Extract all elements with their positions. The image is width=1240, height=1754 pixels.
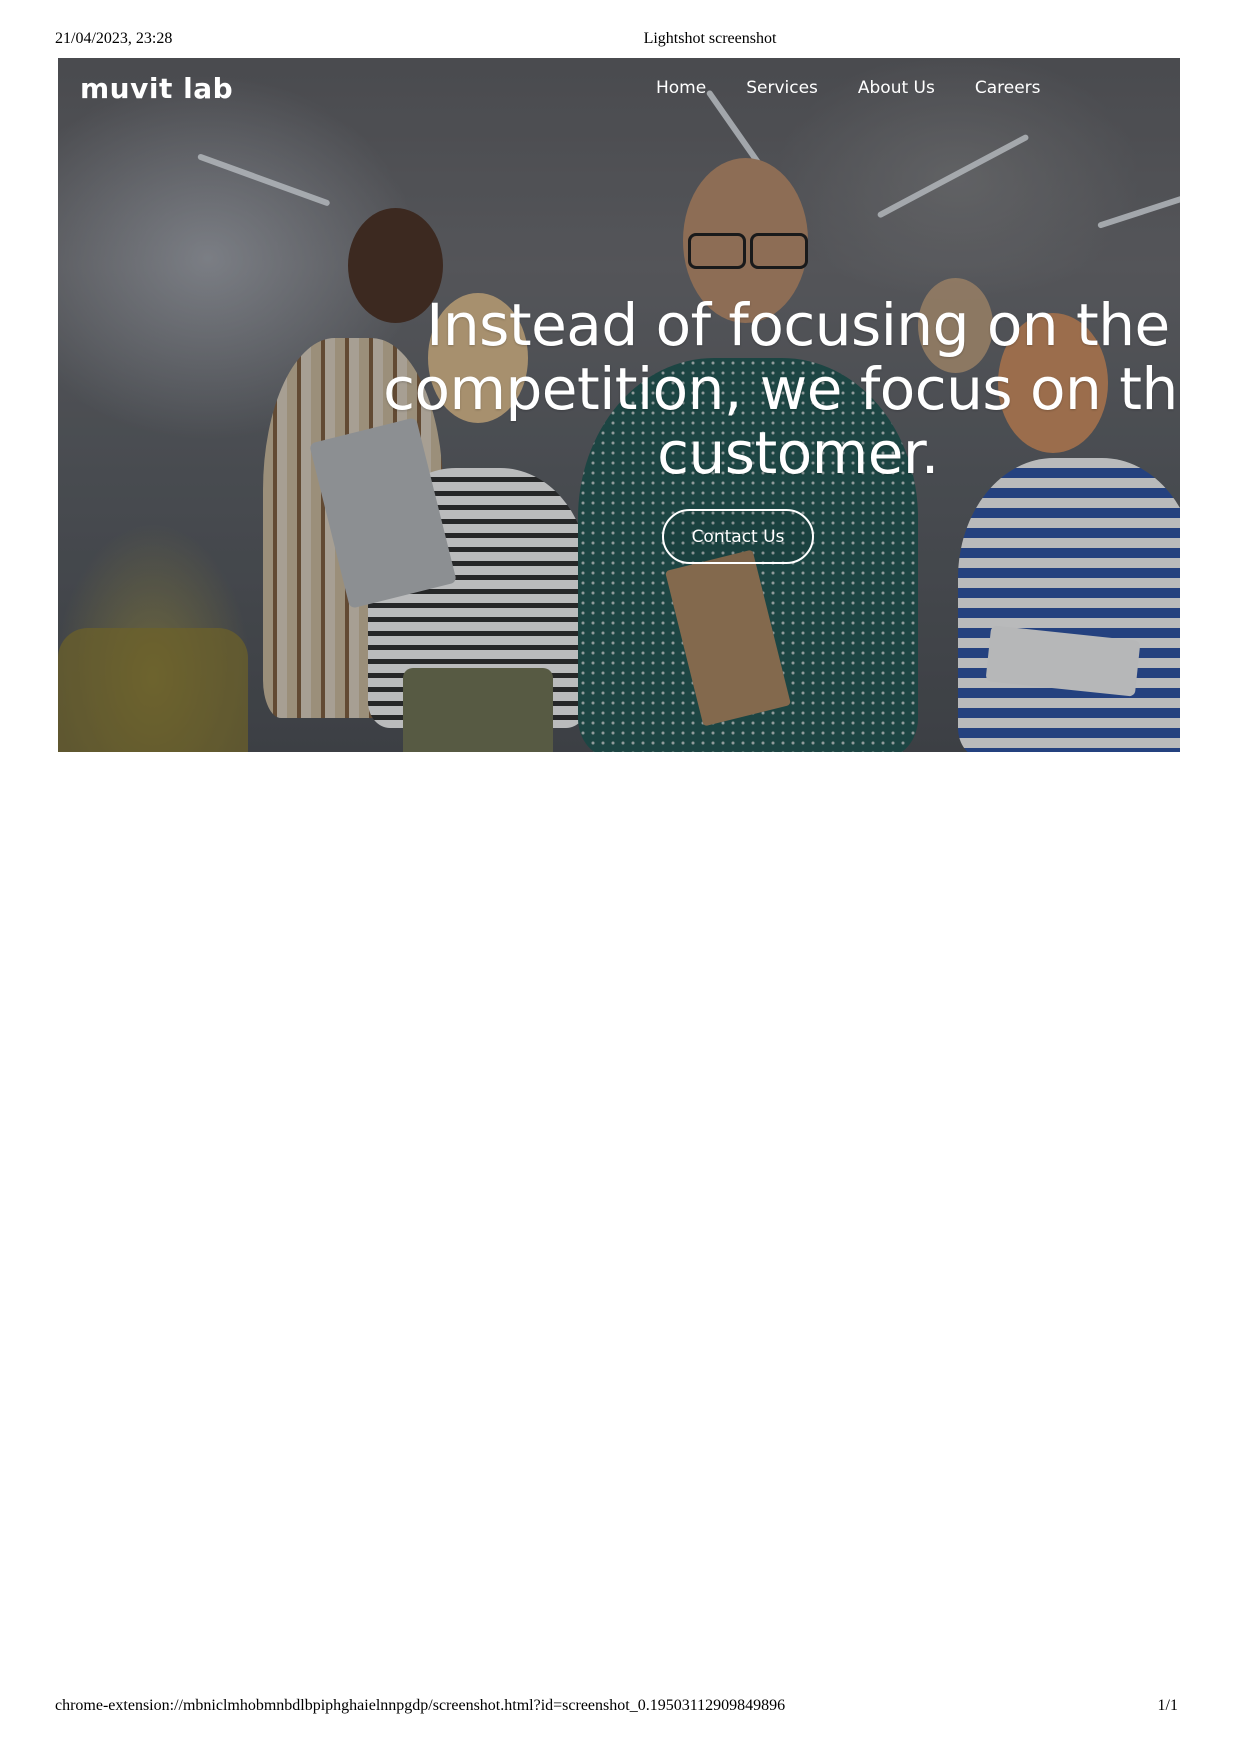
print-page-number: 1/1: [1157, 1697, 1178, 1714]
site-logo[interactable]: muvit lab: [80, 72, 233, 105]
nav-item-careers[interactable]: Careers: [975, 78, 1041, 98]
nav-item-services[interactable]: Services: [746, 78, 818, 98]
contact-us-button[interactable]: Contact Us: [662, 509, 814, 564]
nav-item-about-us[interactable]: About Us: [858, 78, 935, 98]
hero-headline: Instead of focusing on the competition, …: [383, 291, 1180, 487]
main-navigation: Home Services About Us Careers: [656, 78, 1081, 98]
print-document-title: Lightshot screenshot: [643, 30, 777, 47]
website-screenshot: muvit lab Home Services About Us Careers…: [58, 58, 1180, 752]
nav-item-home[interactable]: Home: [656, 78, 706, 98]
print-url: chrome-extension://mbniclmhobmnbdlbpiphg…: [55, 1697, 786, 1714]
